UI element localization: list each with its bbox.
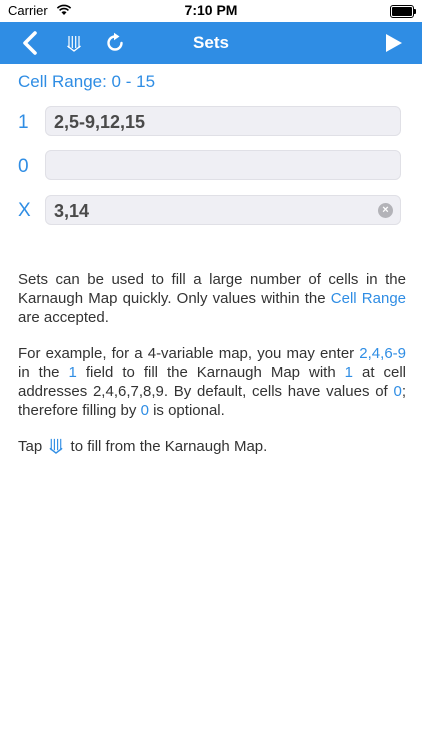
help-text: in the (18, 364, 69, 381)
clock: 7:10 PM (184, 2, 238, 18)
example-set-highlight: 2,4,6-9 (359, 345, 406, 362)
row-label-0: 0 (18, 156, 29, 177)
value-one-highlight: 1 (344, 364, 354, 381)
back-button[interactable] (14, 22, 46, 64)
help-paragraph-2: For example, for a 4-variable map, you m… (18, 344, 406, 420)
status-bar: Carrier 7:10 PM (0, 0, 422, 22)
cell-range-highlight: Cell Range (330, 290, 406, 307)
ones-input[interactable]: 2,5-9,12,15 (45, 106, 401, 136)
refresh-icon (107, 32, 123, 51)
row-label-x: X (18, 200, 31, 221)
help-text: to fill from the Karnaugh Map. (66, 438, 268, 455)
cell-range-label: Cell Range: 0 - 15 (18, 72, 156, 91)
help-text: Tap (18, 438, 47, 455)
play-icon (386, 34, 402, 52)
row-label-1: 1 (18, 112, 29, 133)
help-paragraph-3: Tap to fill from the Karnaugh Map. (18, 437, 406, 456)
dont-care-input[interactable]: 3,14 × (45, 195, 401, 225)
help-text: field to fill the Karnaugh Map with (76, 364, 345, 381)
play-button[interactable] (378, 22, 410, 64)
dont-care-input-value: 3,14 (54, 201, 90, 221)
down-arrows-icon (67, 36, 81, 52)
help-text: is optional. (148, 402, 225, 419)
field-one-highlight: 1 (68, 364, 77, 381)
navigation-bar: Sets (0, 22, 422, 64)
value-zero-highlight: 0 (140, 402, 149, 419)
chevron-left-icon (23, 31, 37, 55)
ones-input-value: 2,5-9,12,15 (54, 112, 146, 132)
help-paragraph-1: Sets can be used to fill a large number … (18, 270, 406, 327)
help-text: are accepted. (18, 309, 109, 326)
down-arrows-icon (49, 438, 63, 454)
reset-button[interactable] (100, 22, 130, 64)
help-text: For example, for a 4-variable map, you m… (18, 345, 360, 362)
zeros-input[interactable] (45, 150, 401, 180)
value-zero-highlight: 0 (393, 383, 402, 400)
battery-icon (390, 5, 416, 18)
clear-icon[interactable]: × (378, 203, 393, 218)
fill-from-map-button[interactable] (62, 22, 86, 64)
